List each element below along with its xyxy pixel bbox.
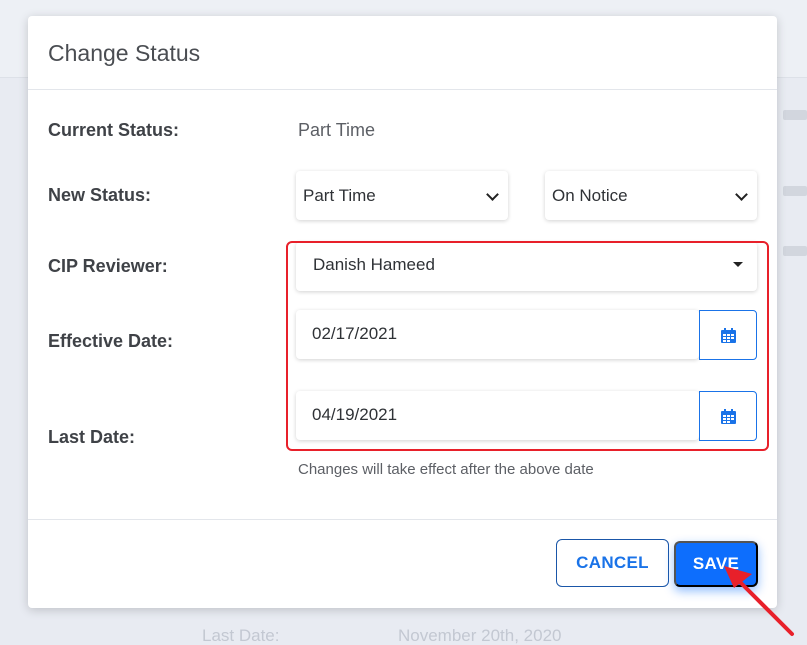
background-fragment <box>783 246 807 256</box>
new-status-select[interactable]: Part Time <box>296 171 508 220</box>
background-fragment <box>783 186 807 196</box>
change-status-modal: Change Status Current Status: Part Time … <box>28 16 777 608</box>
chevron-down-icon <box>486 188 499 201</box>
cancel-button[interactable]: CANCEL <box>556 539 669 587</box>
chevron-down-icon <box>735 188 748 201</box>
background-fragment <box>783 110 807 120</box>
effective-date-label: Effective Date: <box>48 331 174 351</box>
background-last-date-label: Last Date: <box>202 626 280 645</box>
modal-header: Change Status <box>28 16 777 90</box>
last-date-label: Last Date: <box>48 427 136 447</box>
cip-reviewer-label: CIP Reviewer: <box>48 256 168 276</box>
current-status-label: Current Status: <box>48 120 180 140</box>
effective-date-help-text: Changes will take effect after the above… <box>298 461 594 478</box>
new-status-label: New Status: <box>48 185 152 205</box>
new-status-detail-select[interactable]: On Notice <box>545 171 757 220</box>
current-status-value: Part Time <box>298 120 376 140</box>
background-last-date-value: November 20th, 2020 <box>398 626 562 645</box>
new-status-detail-value: On Notice <box>552 186 628 205</box>
annotation-arrow-icon <box>724 566 794 636</box>
annotation-highlight-box <box>286 241 769 451</box>
new-status-select-value: Part Time <box>303 186 376 205</box>
modal-title: Change Status <box>48 40 201 66</box>
